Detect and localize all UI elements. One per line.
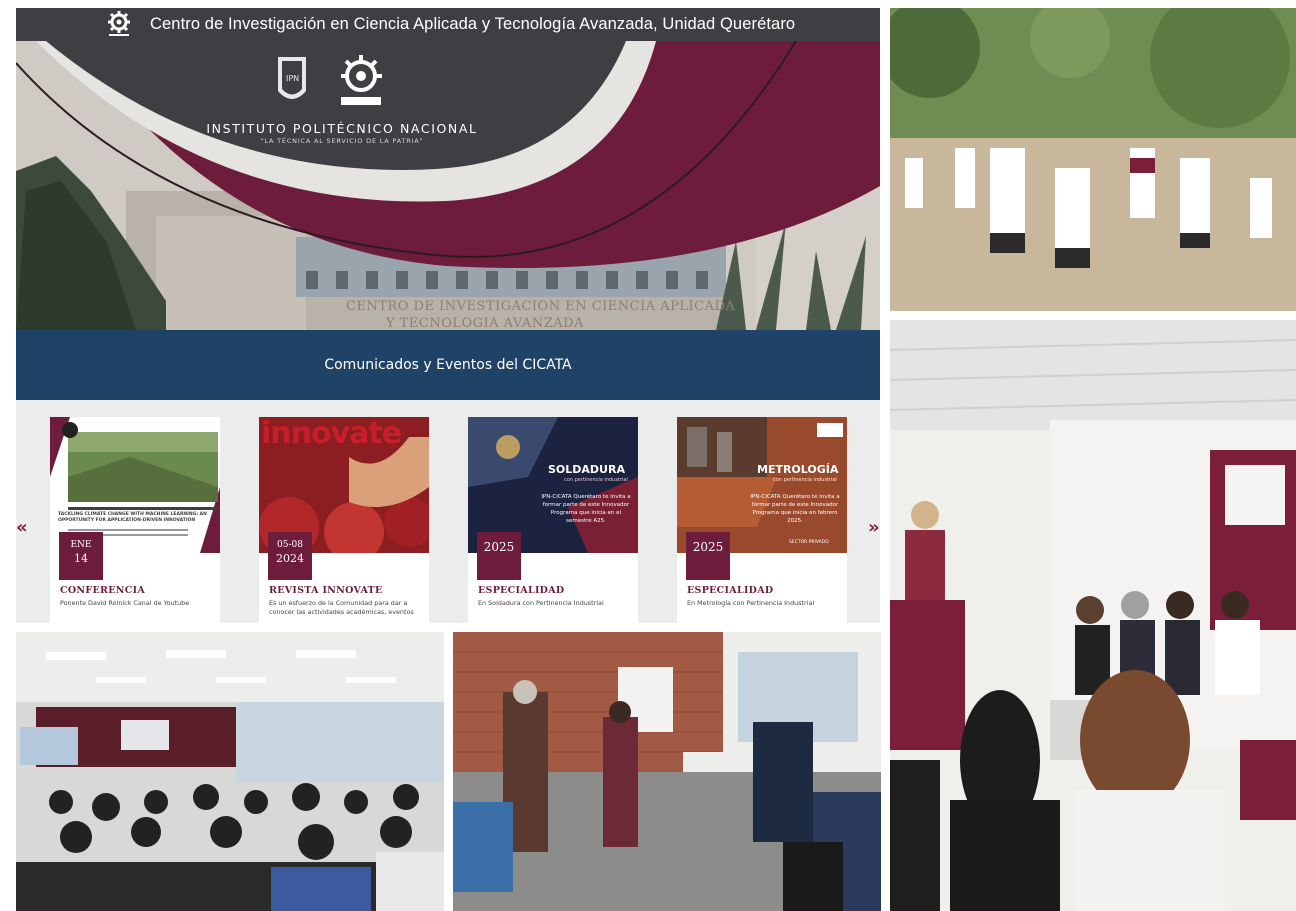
event-card-metrologia[interactable]: METROLOGÍA con pertinencia industrial IP… [677, 417, 847, 623]
date-badge: 2025 [686, 532, 730, 580]
event-kind: ESPECIALIDAD [478, 585, 565, 596]
event-desc: Ponente David Rolnick Canal de Youtube [60, 599, 190, 607]
date-bottom: 14 [74, 552, 88, 565]
carousel-prev-button[interactable]: « [16, 517, 28, 538]
site-header-title: Centro de Investigación en Ciencia Aplic… [150, 15, 796, 33]
date-bottom: 2025 [692, 540, 724, 554]
events-section-heading: Comunicados y Eventos del CICATA [16, 330, 880, 400]
ipn-shield-logo-icon: IPN [278, 57, 306, 99]
hero-banner: IPN INSTITUTO POLITÉCNICO NACIONAL "LA T… [16, 41, 880, 330]
date-top: ENE [70, 540, 92, 550]
date-top [477, 532, 521, 540]
date-top: 05-08 [277, 540, 303, 550]
thumb-title: TACKLING CLIMATE CHANGE WITH MACHINE LEA… [58, 512, 207, 523]
date-badge: 05-08 2024 [268, 532, 312, 580]
thumb-invite: IPN-CICATA Querétaro te invita a formar … [750, 494, 840, 524]
thumb-title: SOLDADURA [548, 463, 625, 476]
date-badge: ENE 14 [59, 532, 103, 580]
photo-lecture-hall [16, 632, 444, 911]
event-desc: En Metrología con Pertinencia Industrial [687, 599, 815, 607]
hero-illustration: IPN [16, 41, 880, 330]
building-sign-line1: CENTRO DE INVESTIGACION EN CIENCIA APLIC… [346, 299, 736, 314]
institution-name: INSTITUTO POLITÉCNICO NACIONAL [206, 121, 478, 136]
event-kind: REVISTA INNOVATE [269, 585, 383, 596]
thumb-sub: con pertinencia industrial [564, 477, 628, 483]
thumb-foot: SECTOR PRIVADO [789, 540, 829, 545]
thumb-invite: IPN-CICATA Querétaro te invita a formar … [541, 494, 631, 524]
event-card-soldadura[interactable]: SOLDADURA con pertinencia industrial IPN… [468, 417, 638, 623]
building-sign-line2: Y TECNOLOGIA AVANZADA [386, 316, 584, 330]
events-carousel: « » TACKLING CLIMATE CHANGE WITH MACHINE… [16, 400, 880, 623]
photo-race-runners [890, 8, 1296, 311]
svg-text:IPN: IPN [286, 74, 299, 83]
website-screenshot: Centro de Investigación en Ciencia Aplic… [16, 8, 880, 623]
thumb-title: METROLOGÍA [757, 463, 839, 476]
date-badge: 2025 [477, 532, 521, 580]
cicata-gear-logo-icon [108, 11, 130, 36]
institution-motto: "LA TÉCNICA AL SERVICIO DE LA PATRIA" [260, 137, 424, 145]
date-top [686, 532, 730, 540]
date-bottom: 2025 [483, 540, 515, 554]
cicata-logo-icon [341, 55, 382, 105]
thumb-title: innovate [261, 417, 402, 451]
photo-press-event [890, 320, 1296, 911]
photo-collage: Centro de Investigación en Ciencia Aplic… [0, 0, 1296, 911]
event-kind: ESPECIALIDAD [687, 585, 774, 596]
event-card-conferencia[interactable]: TACKLING CLIMATE CHANGE WITH MACHINE LEA… [50, 417, 220, 623]
photo-classroom-visit [453, 632, 881, 911]
event-kind: CONFERENCIA [60, 585, 146, 596]
event-desc: En Soldadura con Pertinencia Industrial [478, 599, 604, 607]
thumb-sub: con pertinencia industrial [773, 477, 837, 483]
section-title: Comunicados y Eventos del CICATA [324, 357, 572, 373]
event-card-revista[interactable]: innovate 05-08 2024 REVISTA INNOVATE Es … [259, 417, 429, 623]
carousel-next-button[interactable]: » [868, 517, 880, 538]
date-bottom: 2024 [276, 552, 304, 565]
site-header: Centro de Investigación en Ciencia Aplic… [16, 8, 880, 41]
event-desc: Es un esfuerzo de la Comunidad para dar … [269, 599, 414, 616]
